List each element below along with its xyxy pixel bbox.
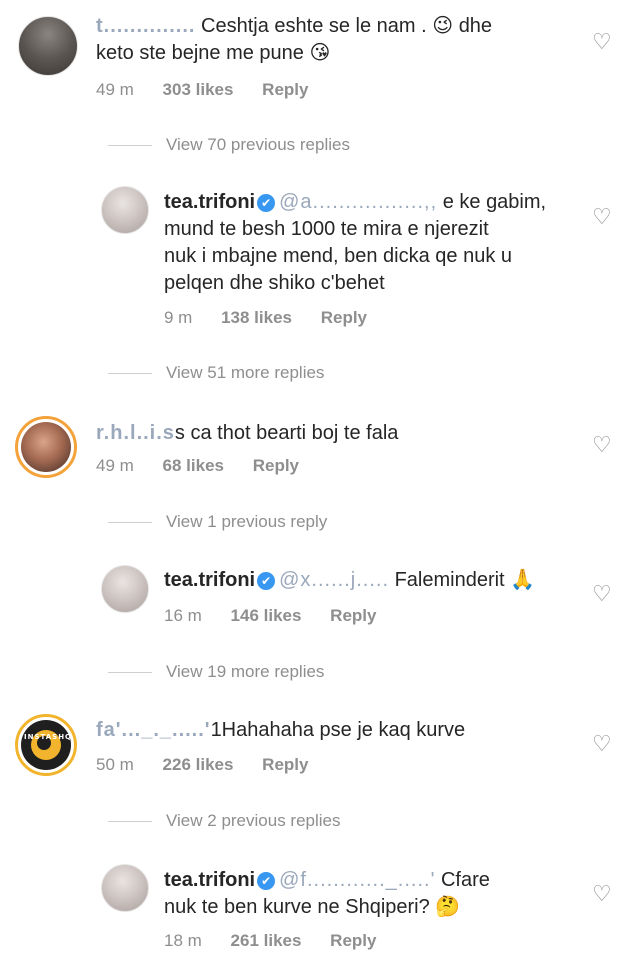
likes-count[interactable]: 138 likes: [221, 308, 292, 327]
username[interactable]: tea.trifoni: [164, 569, 255, 591]
view-previous-replies[interactable]: View 2 previous replies: [108, 811, 341, 831]
likes-count[interactable]: 68 likes: [163, 456, 224, 475]
divider-line: [108, 522, 152, 524]
view-more-replies[interactable]: View 51 more replies: [108, 363, 324, 383]
like-heart-icon[interactable]: ♡: [592, 206, 612, 228]
reply-button[interactable]: Reply: [262, 755, 308, 774]
comment-meta: 50 m 226 likes Reply: [96, 755, 332, 775]
likes-count[interactable]: 226 likes: [163, 755, 234, 774]
mention-link[interactable]: @f............_.....': [279, 869, 435, 891]
badge-text: INSTASHQ: [24, 733, 73, 741]
thinking-face-icon: 🤔: [435, 896, 461, 918]
reply-button[interactable]: Reply: [253, 456, 299, 475]
timestamp: 18 m: [164, 931, 202, 950]
divider-line: [108, 373, 152, 375]
comment-line-2: mund te besh 1000 te mira e njerezit: [164, 218, 489, 240]
comment-body: Ceshtja eshte se le nam .: [201, 15, 427, 37]
timestamp: 9 m: [164, 308, 193, 327]
likes-count[interactable]: 261 likes: [231, 931, 302, 950]
view-previous-replies[interactable]: View 70 previous replies: [108, 135, 350, 155]
username[interactable]: t..............: [96, 15, 195, 37]
avatar[interactable]: [18, 16, 78, 76]
comment-meta: 49 m 303 likes Reply: [96, 80, 332, 100]
username[interactable]: fa'..._._.....': [96, 719, 211, 741]
like-heart-icon[interactable]: ♡: [592, 883, 612, 905]
comment-text: t.............. Ceshtja eshte se le nam …: [96, 13, 586, 67]
username[interactable]: r.h.l..i.s: [96, 422, 175, 444]
avatar-story-ring[interactable]: [15, 416, 77, 478]
mention-link[interactable]: @x......j.....: [279, 569, 389, 591]
comment-body: Faleminderit: [394, 569, 505, 591]
verified-badge-icon: ✔: [257, 872, 276, 890]
comment-line-1: Cfare: [440, 869, 490, 891]
like-heart-icon[interactable]: ♡: [592, 583, 612, 605]
avatar[interactable]: [101, 186, 149, 234]
comment-meta: 16 m 146 likes Reply: [164, 606, 400, 626]
comment-text: tea.trifoni ✔ @x......j..... Faleminderit …: [164, 567, 584, 594]
comment-line-3: nuk i mbajne mend, ben dicka qe nuk u: [164, 245, 512, 267]
likes-count[interactable]: 146 likes: [231, 606, 302, 625]
divider-line: [108, 672, 152, 674]
reply-button[interactable]: Reply: [330, 606, 376, 625]
reply-button[interactable]: Reply: [262, 80, 308, 99]
comment-text: tea.trifoni ✔ @a.................,, e ke g…: [164, 189, 584, 297]
comment-meta: 49 m 68 likes Reply: [96, 456, 323, 476]
likes-count[interactable]: 303 likes: [163, 80, 234, 99]
verified-badge-icon: ✔: [257, 194, 276, 212]
timestamp: 50 m: [96, 755, 134, 774]
wink-emoji-icon: 😉: [432, 15, 454, 37]
kiss-emoji-icon: 😘: [309, 42, 331, 64]
like-heart-icon[interactable]: ♡: [592, 434, 612, 456]
comment-text: fa'..._._.....'1Hahahaha pse je kaq kurv…: [96, 717, 586, 744]
username[interactable]: tea.trifoni: [164, 191, 255, 213]
comment-text: tea.trifoni ✔ @f............_.....' Cfare …: [164, 867, 584, 921]
reply-button[interactable]: Reply: [321, 308, 367, 327]
timestamp: 49 m: [96, 456, 134, 475]
praying-hands-icon: 🙏: [510, 569, 536, 591]
reply-button[interactable]: Reply: [330, 931, 376, 950]
comment-meta: 18 m 261 likes Reply: [164, 931, 400, 951]
timestamp: 49 m: [96, 80, 134, 99]
comment-text: r.h.l..i.ss ca thot bearti boj te fala: [96, 420, 586, 447]
avatar[interactable]: [101, 565, 149, 613]
divider-line: [108, 145, 152, 147]
comment-line-4: pelqen dhe shiko c'behet: [164, 272, 385, 294]
divider-line: [108, 821, 152, 823]
comment-body: s ca thot bearti boj te fala: [174, 422, 399, 444]
avatar-instashqip-badge[interactable]: INSTASHQ: [15, 714, 77, 776]
comment-body-2: dhe: [458, 15, 493, 37]
view-more-replies[interactable]: View 19 more replies: [108, 662, 324, 682]
comment-meta: 9 m 138 likes Reply: [164, 308, 391, 328]
mention-link[interactable]: @a.................,,: [279, 191, 437, 213]
comment-line-2: keto ste bejne me pune: [96, 42, 304, 64]
like-heart-icon[interactable]: ♡: [592, 733, 612, 755]
view-previous-reply[interactable]: View 1 previous reply: [108, 512, 327, 532]
username[interactable]: tea.trifoni: [164, 869, 255, 891]
like-heart-icon[interactable]: ♡: [592, 31, 612, 53]
comment-line-1: e ke gabim,: [442, 191, 547, 213]
timestamp: 16 m: [164, 606, 202, 625]
avatar[interactable]: [101, 864, 149, 912]
comment-body: 1Hahahaha pse je kaq kurve: [210, 719, 466, 741]
verified-badge-icon: ✔: [257, 572, 276, 590]
comment-line-2: nuk te ben kurve ne Shqiperi?: [164, 896, 430, 918]
